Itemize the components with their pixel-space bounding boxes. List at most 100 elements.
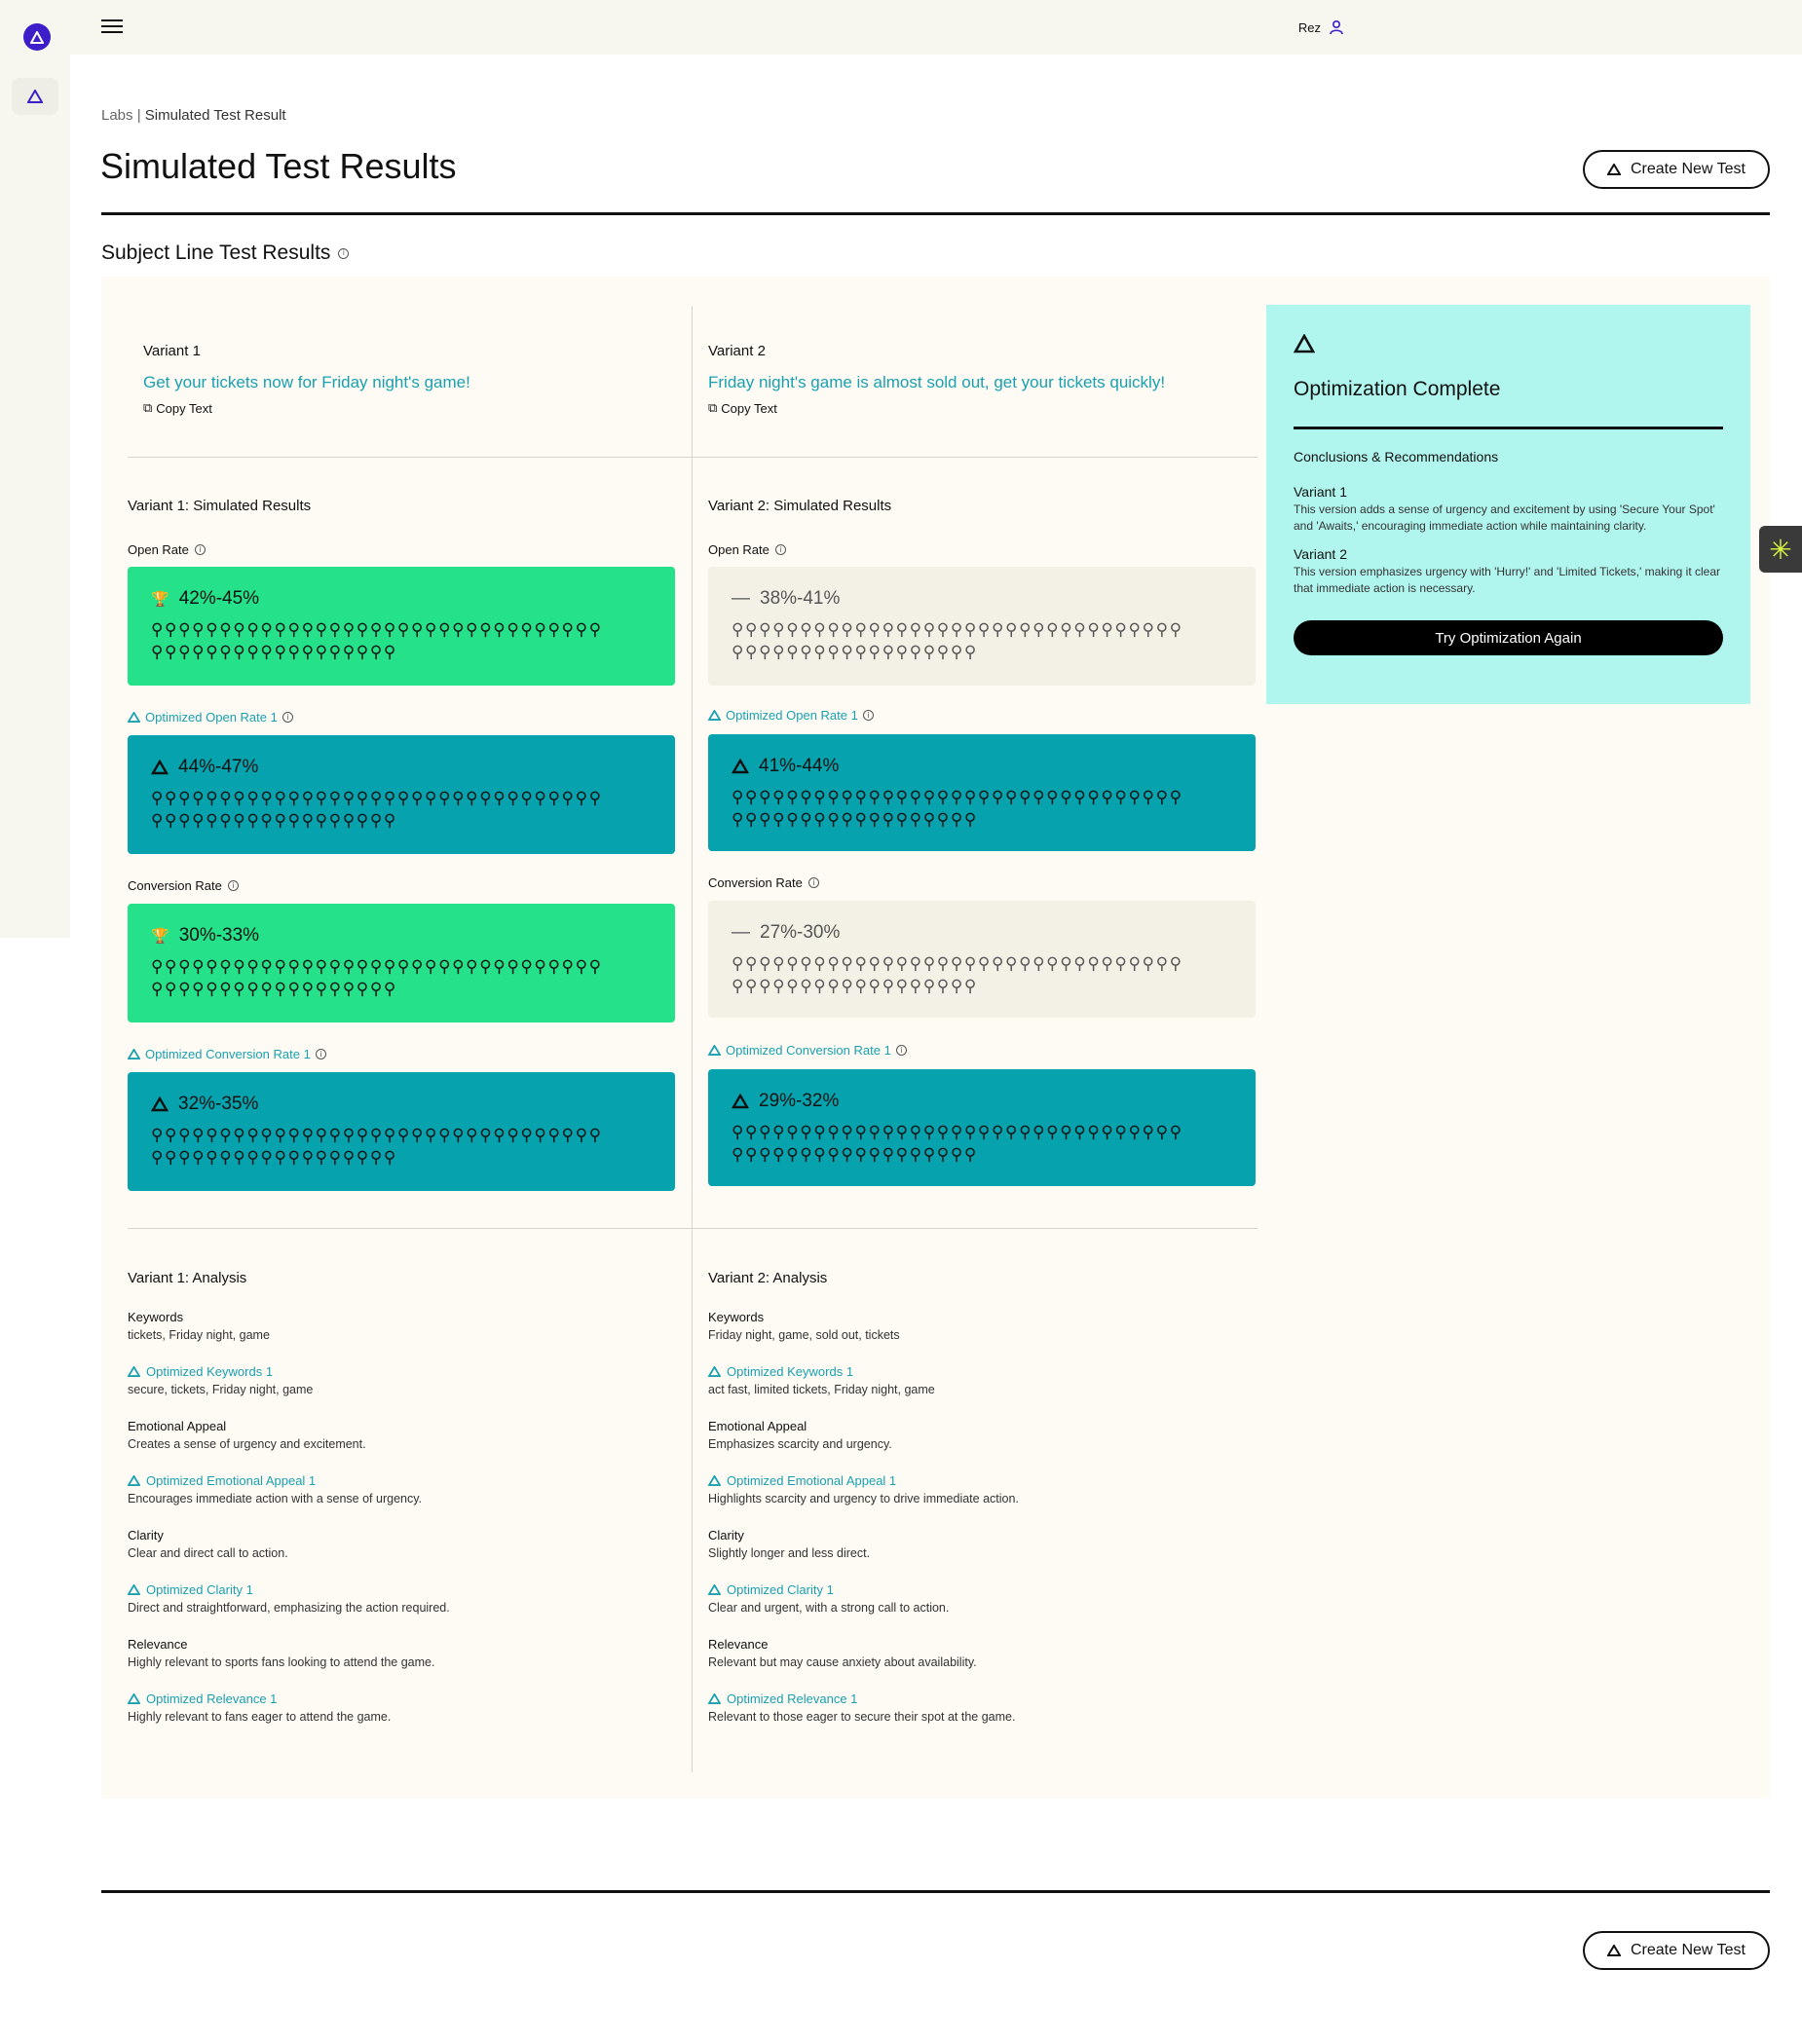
info-icon[interactable]: i bbox=[895, 1045, 907, 1056]
triangle-logo-icon bbox=[30, 30, 44, 44]
people-row: ⚲⚲⚲⚲⚲⚲⚲⚲⚲⚲⚲⚲⚲⚲⚲⚲⚲⚲ bbox=[732, 810, 978, 830]
menu-icon[interactable] bbox=[101, 19, 123, 35]
triangle-icon bbox=[1607, 1945, 1621, 1956]
optimized-emotional-appeal-value: Highlights scarcity and urgency to drive… bbox=[708, 1492, 1019, 1505]
info-icon[interactable]: i bbox=[194, 544, 206, 555]
breadcrumb: Labs | Simulated Test Result bbox=[101, 107, 286, 124]
user-menu[interactable]: Rez bbox=[1298, 19, 1344, 35]
copy-text-button[interactable]: ⧉ Copy Text bbox=[708, 400, 1165, 416]
app-logo[interactable] bbox=[23, 23, 51, 51]
asterisk-icon: ✳ bbox=[1769, 534, 1792, 565]
optimized-keywords-label-text: Optimized Keywords 1 bbox=[727, 1364, 854, 1379]
conclusions-heading: Conclusions & Recommendations bbox=[1294, 449, 1499, 465]
create-new-test-button-footer[interactable]: Create New Test bbox=[1583, 1931, 1770, 1970]
optimized-emotional-appeal-label-text: Optimized Emotional Appeal 1 bbox=[146, 1473, 317, 1488]
people-row: ⚲⚲⚲⚲⚲⚲⚲⚲⚲⚲⚲⚲⚲⚲⚲⚲⚲⚲⚲⚲⚲⚲⚲⚲⚲⚲⚲⚲⚲⚲⚲⚲⚲ bbox=[732, 1123, 1183, 1142]
column-divider bbox=[692, 306, 693, 1772]
people-row: ⚲⚲⚲⚲⚲⚲⚲⚲⚲⚲⚲⚲⚲⚲⚲⚲⚲⚲⚲⚲⚲⚲⚲⚲⚲⚲⚲⚲⚲⚲⚲⚲⚲ bbox=[732, 788, 1183, 807]
optimized-keywords-label: Optimized Keywords 1 bbox=[708, 1364, 1254, 1379]
row-divider bbox=[128, 1228, 1258, 1229]
optimized-relevance-value: Relevant to those eager to secure their … bbox=[708, 1710, 1016, 1724]
breadcrumb-root[interactable]: Labs bbox=[101, 107, 133, 124]
people-row: ⚲⚲⚲⚲⚲⚲⚲⚲⚲⚲⚲⚲⚲⚲⚲⚲⚲⚲ bbox=[732, 977, 978, 996]
optimized-open-rate-card: 41%-44% ⚲⚲⚲⚲⚲⚲⚲⚲⚲⚲⚲⚲⚲⚲⚲⚲⚲⚲⚲⚲⚲⚲⚲⚲⚲⚲⚲⚲⚲⚲⚲⚲… bbox=[708, 734, 1256, 851]
keywords-label: Keywords bbox=[128, 1310, 184, 1324]
optimized-clarity-value: Clear and urgent, with a strong call to … bbox=[708, 1601, 950, 1615]
optimized-open-rate-label: Optimized Open Rate 1 i bbox=[708, 708, 874, 723]
breadcrumb-current: Simulated Test Result bbox=[144, 107, 286, 124]
optimized-open-rate-value: 44%-47% bbox=[178, 757, 259, 777]
people-row: ⚲⚲⚲⚲⚲⚲⚲⚲⚲⚲⚲⚲⚲⚲⚲⚲⚲⚲ bbox=[151, 980, 397, 999]
info-icon[interactable]: i bbox=[807, 877, 819, 888]
variant-2-header: Variant 2 Friday night's game is almost … bbox=[708, 343, 1165, 416]
info-icon[interactable]: i bbox=[774, 544, 786, 555]
triangle-icon bbox=[128, 712, 140, 723]
conclusion-variant-2-name: Variant 2 bbox=[1294, 546, 1347, 562]
optimized-open-rate-label: Optimized Open Rate 1 i bbox=[128, 710, 293, 725]
optimized-keywords-value: act fast, limited tickets, Friday night,… bbox=[708, 1383, 935, 1396]
triangle-icon bbox=[128, 1584, 140, 1595]
variant-1-analysis: Keywords tickets, Friday night, game Opt… bbox=[128, 1310, 673, 1746]
user-name: Rez bbox=[1297, 19, 1321, 35]
relevance-label: Relevance bbox=[128, 1637, 188, 1652]
variant-1-analysis-title: Variant 1: Analysis bbox=[128, 1270, 247, 1286]
people-row: ⚲⚲⚲⚲⚲⚲⚲⚲⚲⚲⚲⚲⚲⚲⚲⚲⚲⚲⚲⚲⚲⚲⚲⚲⚲⚲⚲⚲⚲⚲⚲⚲⚲ bbox=[732, 954, 1183, 974]
optimized-emotional-appeal-label: Optimized Emotional Appeal 1 bbox=[708, 1473, 1254, 1488]
copy-text-button[interactable]: ⧉ Copy Text bbox=[143, 400, 470, 416]
info-icon[interactable]: i bbox=[227, 880, 239, 891]
clarity-label: Clarity bbox=[128, 1528, 164, 1542]
conversion-rate-label: Conversion Rate i bbox=[128, 878, 239, 893]
optimized-clarity-label-text: Optimized Clarity 1 bbox=[146, 1582, 253, 1597]
variant-name: Variant 1 bbox=[143, 343, 201, 359]
variant-subject-line: Get your tickets now for Friday night's … bbox=[143, 373, 470, 391]
people-row: ⚲⚲⚲⚲⚲⚲⚲⚲⚲⚲⚲⚲⚲⚲⚲⚲⚲⚲⚲⚲⚲⚲⚲⚲⚲⚲⚲⚲⚲⚲⚲⚲⚲ bbox=[151, 789, 603, 808]
optimized-emotional-appeal-value: Encourages immediate action with a sense… bbox=[128, 1492, 423, 1505]
optimized-relevance-label-text: Optimized Relevance 1 bbox=[146, 1691, 278, 1706]
title-divider bbox=[101, 212, 1770, 215]
optimization-divider bbox=[1294, 427, 1723, 429]
try-optimization-again-button[interactable]: Try Optimization Again bbox=[1294, 620, 1723, 655]
section-title-text: Subject Line Test Results bbox=[101, 242, 331, 264]
open-rate-label-text: Open Rate bbox=[708, 542, 770, 557]
nav-item-labs[interactable] bbox=[12, 78, 58, 115]
optimized-relevance-label-text: Optimized Relevance 1 bbox=[727, 1691, 858, 1706]
triangle-icon bbox=[27, 90, 43, 103]
variant-2-results-title: Variant 2: Simulated Results bbox=[708, 498, 892, 514]
triangle-icon bbox=[128, 1475, 140, 1486]
info-icon[interactable]: i bbox=[315, 1049, 326, 1059]
copy-text-label: Copy Text bbox=[721, 400, 777, 416]
variant-subject-line: Friday night's game is almost sold out, … bbox=[708, 373, 1166, 391]
triangle-icon bbox=[151, 760, 169, 775]
optimized-relevance-label: Optimized Relevance 1 bbox=[128, 1691, 673, 1706]
emotional-appeal-label: Emotional Appeal bbox=[708, 1419, 807, 1433]
section-title: Subject Line Test Results i bbox=[101, 242, 350, 265]
create-new-test-label: Create New Test bbox=[1631, 1942, 1746, 1958]
relevance-value: Highly relevant to sports fans looking t… bbox=[128, 1655, 435, 1669]
create-new-test-label: Create New Test bbox=[1631, 161, 1746, 177]
triangle-icon bbox=[128, 1366, 140, 1377]
footer-divider bbox=[101, 1890, 1770, 1893]
optimized-open-rate-label-text: Optimized Open Rate 1 bbox=[145, 710, 278, 725]
optimized-keywords-label: Optimized Keywords 1 bbox=[128, 1364, 673, 1379]
info-icon[interactable]: i bbox=[338, 247, 350, 259]
open-rate-label-text: Open Rate bbox=[128, 542, 189, 557]
conversion-rate-value: 27%-30% bbox=[760, 922, 841, 943]
emotional-appeal-value: Emphasizes scarcity and urgency. bbox=[708, 1437, 892, 1451]
assistant-widget-button[interactable]: ✳ bbox=[1759, 526, 1802, 573]
trophy-icon: 🏆 bbox=[151, 591, 169, 608]
copy-icon: ⧉ bbox=[708, 400, 718, 415]
triangle-icon bbox=[708, 1584, 721, 1595]
open-rate-value: 42%-45% bbox=[178, 588, 260, 609]
emotional-appeal-label: Emotional Appeal bbox=[128, 1419, 227, 1433]
optimized-conversion-rate-value: 29%-32% bbox=[759, 1091, 840, 1111]
optimized-conversion-rate-card: 29%-32% ⚲⚲⚲⚲⚲⚲⚲⚲⚲⚲⚲⚲⚲⚲⚲⚲⚲⚲⚲⚲⚲⚲⚲⚲⚲⚲⚲⚲⚲⚲⚲⚲… bbox=[708, 1069, 1256, 1186]
optimized-relevance-value: Highly relevant to fans eager to attend … bbox=[128, 1710, 392, 1724]
conversion-rate-card: —27%-30% ⚲⚲⚲⚲⚲⚲⚲⚲⚲⚲⚲⚲⚲⚲⚲⚲⚲⚲⚲⚲⚲⚲⚲⚲⚲⚲⚲⚲⚲⚲⚲… bbox=[708, 901, 1256, 1018]
clarity-label: Clarity bbox=[708, 1528, 744, 1542]
people-row: ⚲⚲⚲⚲⚲⚲⚲⚲⚲⚲⚲⚲⚲⚲⚲⚲⚲⚲⚲⚲⚲⚲⚲⚲⚲⚲⚲⚲⚲⚲⚲⚲⚲ bbox=[151, 1126, 603, 1145]
triangle-icon bbox=[1293, 333, 1316, 353]
create-new-test-button[interactable]: Create New Test bbox=[1583, 150, 1770, 189]
conclusion-variant-1-name: Variant 1 bbox=[1294, 484, 1347, 500]
info-icon[interactable]: i bbox=[862, 710, 874, 721]
info-icon[interactable]: i bbox=[282, 712, 293, 723]
